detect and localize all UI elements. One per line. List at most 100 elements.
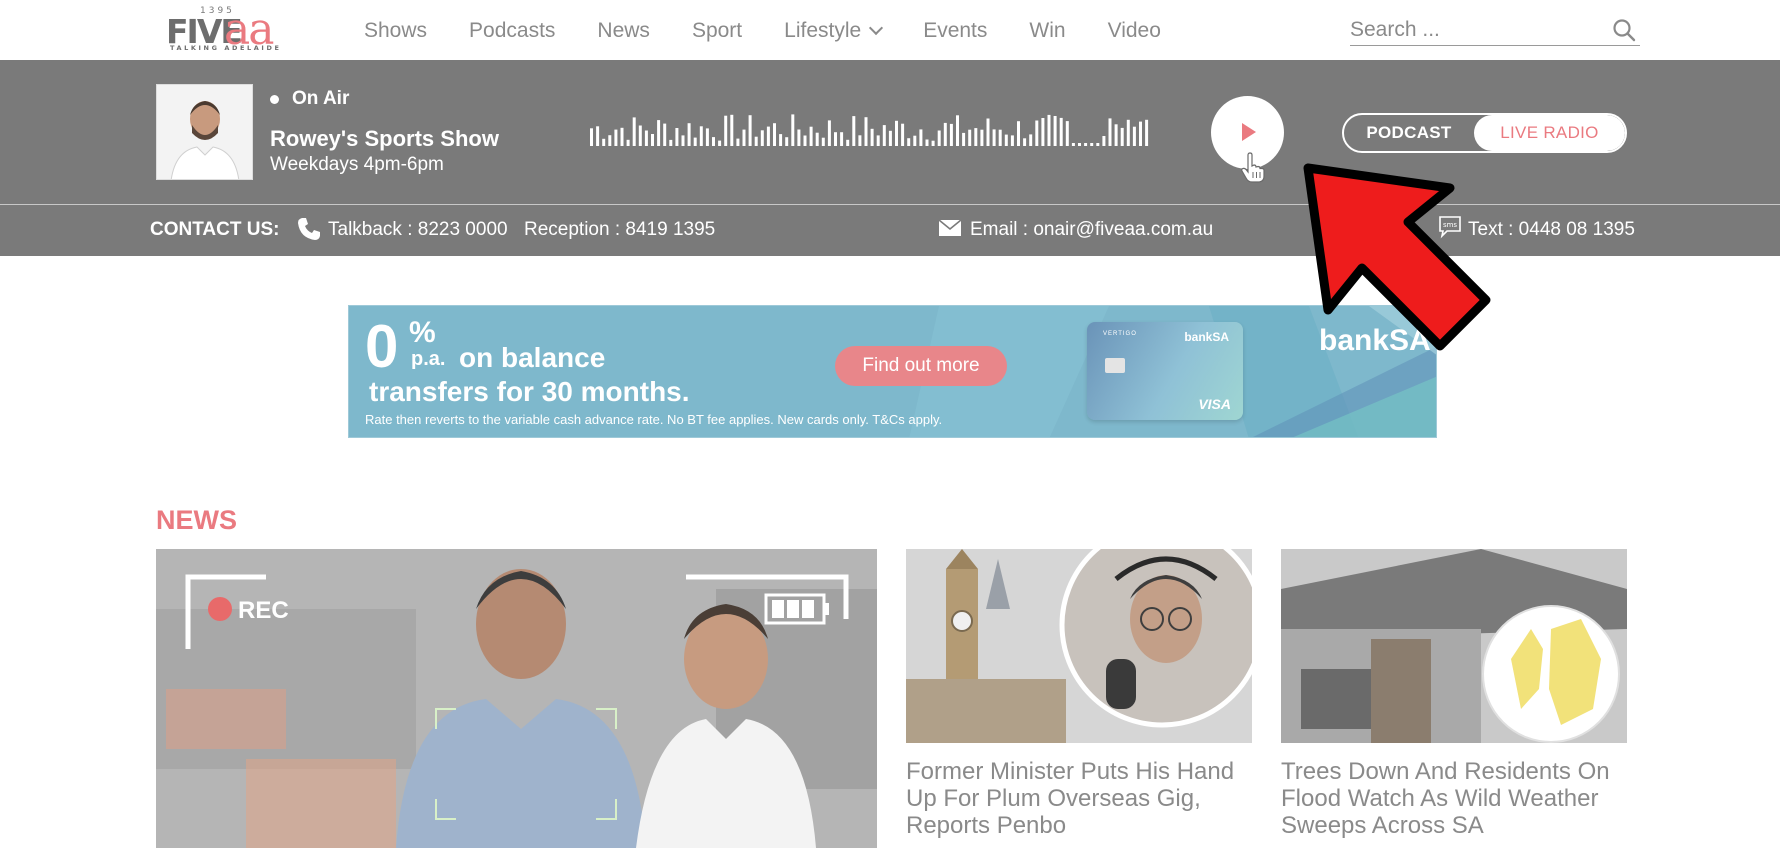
waveform-bar xyxy=(864,117,868,146)
nav-shows[interactable]: Shows xyxy=(364,16,427,46)
waveform-bar xyxy=(596,126,600,146)
waveform-bar xyxy=(931,140,935,146)
waveform-bar xyxy=(699,126,703,146)
waveform-bar xyxy=(675,128,679,146)
sms-number[interactable]: Text : 0448 08 1395 xyxy=(1468,219,1635,241)
ad-percent-sign: % xyxy=(409,316,436,349)
contact-bar: CONTACT US: Talkback : 8223 0000 Recepti… xyxy=(0,204,1780,256)
waveform-bar xyxy=(669,139,673,146)
waveform-bar xyxy=(687,123,691,146)
waveform-bar xyxy=(1126,119,1130,146)
nav-lifestyle-label: Lifestyle xyxy=(784,19,862,42)
play-icon xyxy=(1242,123,1256,141)
waveform-bar xyxy=(1035,120,1039,146)
news-article-image-2[interactable] xyxy=(1281,549,1627,743)
chevron-down-icon xyxy=(869,20,884,36)
waveform-bar xyxy=(779,134,783,146)
find-out-more-button[interactable]: Find out more xyxy=(835,346,1007,386)
waveform-bar xyxy=(705,128,709,146)
waveform-bar xyxy=(693,137,697,146)
waveform-bar xyxy=(712,137,715,146)
waveform-bar xyxy=(895,120,898,146)
waveform-bar xyxy=(1071,143,1075,146)
hero-news-image[interactable]: REC xyxy=(156,549,877,848)
waveform-bar xyxy=(608,135,612,146)
waveform-bar xyxy=(1047,114,1051,146)
waveform-bar xyxy=(785,137,789,146)
reception-number[interactable]: Reception : 8419 1395 xyxy=(524,219,715,241)
waveform-bar xyxy=(1053,116,1057,146)
waveform-bar xyxy=(1114,124,1118,146)
waveform-bar xyxy=(821,137,825,146)
waveform-bar xyxy=(754,136,758,146)
waveform-bar xyxy=(1102,136,1106,146)
nav-sport[interactable]: Sport xyxy=(692,16,742,46)
waveform-bar xyxy=(949,123,953,146)
toggle-live-radio[interactable]: LIVE RADIO xyxy=(1474,115,1625,151)
ad-pa: p.a. xyxy=(411,348,446,370)
search-icon[interactable] xyxy=(1612,18,1636,42)
page: 1395 FIVE aa TALKING ADELAIDE Shows Podc… xyxy=(0,0,1780,848)
fiveaa-logo[interactable]: 1395 FIVE aa TALKING ADELAIDE xyxy=(166,4,292,55)
news-article-title-2[interactable]: Trees Down And Residents On Flood Watch … xyxy=(1281,758,1627,839)
toggle-podcast[interactable]: PODCAST xyxy=(1344,115,1474,151)
on-air-indicator: On Air xyxy=(270,88,349,110)
waveform-bar xyxy=(718,140,722,146)
nav-podcasts[interactable]: Podcasts xyxy=(469,16,555,46)
visa-logo: VISA xyxy=(1198,396,1231,412)
rec-label: REC xyxy=(238,597,289,624)
card-chip-icon xyxy=(1105,358,1125,373)
waveform-bar xyxy=(980,129,984,146)
waveform-bar xyxy=(809,126,813,146)
show-name[interactable]: Rowey's Sports Show xyxy=(270,126,499,152)
news-article-title-1[interactable]: Former Minister Puts His Hand Up For Plu… xyxy=(906,758,1252,839)
waveform-bar xyxy=(1084,143,1088,146)
card-small-text: VERTIGO xyxy=(1103,331,1137,337)
waveform-bar xyxy=(858,135,862,146)
nav-video[interactable]: Video xyxy=(1108,16,1161,46)
waveform-bar xyxy=(956,115,959,146)
waveform-bar xyxy=(840,132,844,146)
news-heading[interactable]: NEWS xyxy=(156,505,237,536)
waveform-bar xyxy=(1004,134,1008,146)
waveform-bar xyxy=(1041,118,1045,146)
email-address[interactable]: Email : onair@fiveaa.com.au xyxy=(970,219,1213,241)
waveform-bar xyxy=(815,132,819,146)
waveform-bar xyxy=(882,125,886,146)
waveform-bar xyxy=(620,127,624,146)
ad-percent: 0 xyxy=(365,313,399,380)
credit-card-image: VERTIGO bankSA VISA xyxy=(1087,322,1243,420)
top-navigation: 1395 FIVE aa TALKING ADELAIDE Shows Podc… xyxy=(0,0,1780,60)
waveform-bar xyxy=(1029,134,1033,146)
nav-win[interactable]: Win xyxy=(1029,16,1065,46)
search-input[interactable] xyxy=(1350,16,1590,42)
on-air-label: On Air xyxy=(292,88,350,109)
waveform-bar xyxy=(724,115,728,146)
waveform-bar xyxy=(846,139,850,146)
waveform-bar xyxy=(638,125,642,146)
waveform-bar xyxy=(1120,127,1124,146)
contact-label: CONTACT US: xyxy=(150,219,280,240)
waveform-bar xyxy=(736,138,740,146)
nav-news[interactable]: News xyxy=(597,16,650,46)
source-toggle: PODCAST LIVE RADIO xyxy=(1342,113,1627,153)
waveform-bar xyxy=(602,138,606,146)
waveform-bar xyxy=(760,130,764,146)
waveform-bar xyxy=(1010,135,1014,146)
talkback-number[interactable]: Talkback : 8223 0000 xyxy=(328,219,508,241)
host-photo xyxy=(156,84,253,180)
ad-fine-print: Rate then reverts to the variable cash a… xyxy=(365,412,943,427)
nav-events[interactable]: Events xyxy=(923,16,987,46)
news-article-image-1[interactable] xyxy=(906,549,1252,743)
waveform-bar xyxy=(632,117,636,146)
waveform-bar xyxy=(1108,118,1112,146)
waveform-bar xyxy=(1023,138,1027,146)
waveform-bar xyxy=(901,123,905,146)
nav-lifestyle[interactable]: Lifestyle xyxy=(784,16,884,46)
banksa-logo: bankSA xyxy=(1319,324,1431,357)
waveform-bar xyxy=(834,132,837,146)
waveform-bar xyxy=(1132,126,1136,146)
waveform-bar xyxy=(943,122,947,146)
banksa-advertisement[interactable]: 0 % p.a. on balance transfers for 30 mon… xyxy=(348,305,1437,438)
email-icon xyxy=(938,219,962,236)
